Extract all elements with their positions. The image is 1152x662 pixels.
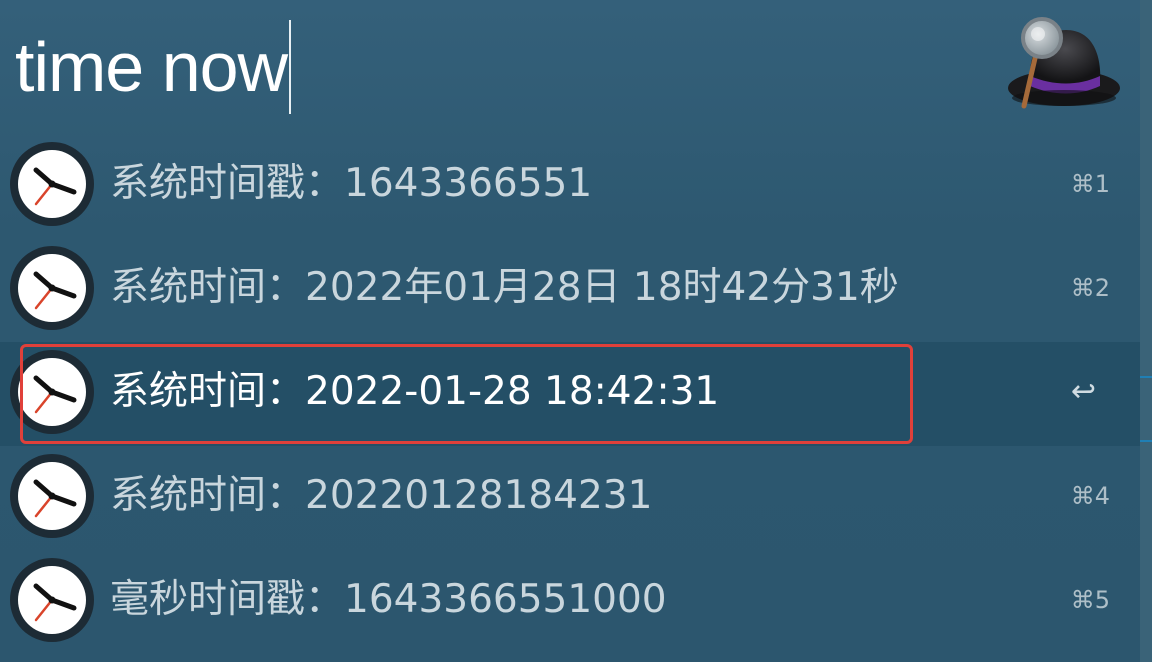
- result-item-selected[interactable]: 系统时间：2022-01-28 18:42:31 ↩: [0, 342, 1140, 446]
- result-title: 系统时间：20220128184231: [110, 473, 653, 518]
- edge-divider: [1140, 440, 1152, 442]
- result-title: 系统时间：2022年01月28日 18时42分31秒: [110, 265, 899, 310]
- result-title: 系统时间戳：1643366551: [110, 161, 593, 206]
- return-key-icon: ↩: [1070, 374, 1096, 409]
- result-item[interactable]: 系统时间戳：1643366551 ⌘1: [0, 134, 1140, 238]
- shortcut-label: ⌘4: [1070, 482, 1110, 510]
- shortcut-label: ⌘2: [1070, 274, 1110, 302]
- search-bar: time now: [0, 0, 1140, 134]
- edge-divider: [1140, 376, 1152, 378]
- result-item[interactable]: 系统时间：20220128184231 ⌘4: [0, 446, 1140, 550]
- search-query: time now: [15, 28, 288, 106]
- search-input[interactable]: time now: [15, 18, 292, 116]
- result-item[interactable]: 毫秒时间戳：1643366551000 ⌘5: [0, 550, 1140, 654]
- shortcut-label: ⌘5: [1070, 586, 1110, 614]
- clock-icon: [10, 246, 94, 330]
- result-title: 毫秒时间戳：1643366551000: [110, 577, 667, 622]
- clock-icon: [10, 454, 94, 538]
- window-edge: [1140, 0, 1152, 662]
- text-caret: [289, 20, 292, 114]
- result-title: 系统时间：2022-01-28 18:42:31: [110, 369, 720, 414]
- clock-icon: [10, 142, 94, 226]
- shortcut-label: ⌘1: [1070, 170, 1110, 198]
- bowler-hat-logo-icon[interactable]: [1004, 14, 1124, 114]
- result-item[interactable]: 系统时间：2022年01月28日 18时42分31秒 ⌘2: [0, 238, 1140, 342]
- launcher-window: time now 系统时间戳：1643366551 ⌘1 系统时间：2022年0…: [0, 0, 1152, 662]
- clock-icon: [10, 350, 94, 434]
- results-list: 系统时间戳：1643366551 ⌘1 系统时间：2022年01月28日 18时…: [0, 134, 1140, 654]
- clock-icon: [10, 558, 94, 642]
